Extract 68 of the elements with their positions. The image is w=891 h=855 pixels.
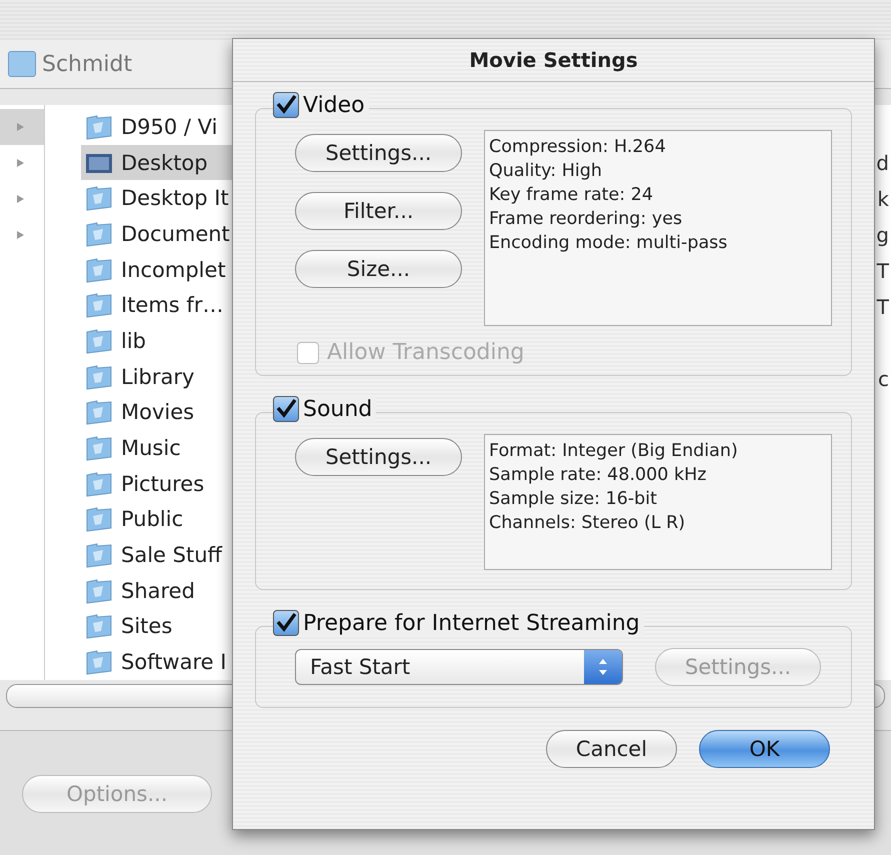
folder-icon <box>85 256 113 283</box>
settings-button[interactable]: Settings... <box>295 438 462 476</box>
checkbox-label: Prepare for Internet Streaming <box>303 610 640 636</box>
info-text: Sample rate: 48.000 kHz <box>489 464 708 487</box>
ok-button[interactable]: OK <box>699 730 830 768</box>
popup-menu[interactable]: Fast Start <box>295 649 623 685</box>
checkbox[interactable] <box>273 396 299 422</box>
folder-item[interactable]: Music <box>81 430 267 466</box>
cancel-button[interactable]: Cancel <box>546 730 677 768</box>
folder-icon <box>85 613 113 640</box>
info-text: Encoding mode: multi-pass <box>489 232 728 255</box>
filter-button[interactable]: Filter... <box>295 192 462 230</box>
folder-item[interactable]: Incomplet <box>81 252 267 288</box>
home-folder-icon <box>8 51 36 77</box>
folder-icon <box>85 435 113 462</box>
folder-icon <box>85 185 113 212</box>
folder-icon <box>85 114 113 140</box>
info-text: Frame reordering: yes <box>489 208 684 231</box>
info-text: Quality: High <box>489 160 603 183</box>
folder-icon <box>85 328 113 354</box>
folder-item[interactable]: D950 / Vi <box>81 109 267 145</box>
folder-item[interactable]: Software I <box>81 644 267 680</box>
size-button[interactable]: Size... <box>295 250 462 288</box>
info-text: Channels: Stereo (L R) <box>489 512 686 535</box>
folder-icon <box>85 578 113 604</box>
settings-button[interactable]: Settings... <box>295 134 462 172</box>
file-name[interactable]: d <box>876 145 891 181</box>
disclosure-triangle-icon <box>16 230 25 240</box>
folder-item[interactable]: Public <box>81 502 267 538</box>
file-name[interactable]: c <box>878 361 891 397</box>
path-label: Schmidt <box>42 52 132 76</box>
file-name[interactable]: k <box>877 181 891 217</box>
popup-arrows-icon <box>584 650 622 684</box>
folder-icon <box>85 364 113 390</box>
info-text: Key frame rate: 24 <box>489 184 654 207</box>
folder-item[interactable]: Sale Stuff <box>81 537 267 573</box>
folder-icon <box>85 506 113 532</box>
browser-row[interactable] <box>0 109 44 145</box>
info-text: Sample size: 16-bit <box>489 488 658 511</box>
disclosure-triangle-icon <box>16 122 25 132</box>
folder-item[interactable]: Items fr… <box>81 287 267 324</box>
checkbox[interactable] <box>273 92 299 118</box>
folder-item[interactable]: Desktop It <box>81 180 267 216</box>
folder-item[interactable]: Sites <box>81 608 267 644</box>
folder-icon <box>85 292 113 318</box>
info-text: Compression: H.264 <box>489 136 667 159</box>
disclosure-triangle-icon <box>16 194 25 204</box>
disclosure-triangle-icon <box>16 158 25 168</box>
checkbox[interactable] <box>273 610 299 636</box>
folder-item[interactable]: Shared <box>81 572 267 609</box>
dialog-title: Movie Settings <box>233 39 874 82</box>
folder-icon <box>85 542 113 568</box>
folder-icon <box>85 470 113 497</box>
folder-item[interactable]: Library <box>81 358 267 394</box>
file-name[interactable]: g <box>876 217 891 253</box>
checkbox-label: Video <box>303 92 365 118</box>
info-text: Format: Integer (Big Endian) <box>489 440 739 463</box>
folder-item[interactable]: Movies <box>81 394 267 430</box>
folder-icon <box>85 399 113 426</box>
folder-icon <box>85 220 113 247</box>
folder-icon <box>85 649 113 676</box>
file-name[interactable]: T <box>876 253 891 289</box>
checkbox-label: Sound <box>303 396 372 422</box>
folder-item[interactable]: Pictures <box>81 466 267 502</box>
folder-item[interactable]: Document <box>81 216 267 252</box>
file-name[interactable]: T <box>876 289 891 325</box>
folder-item[interactable]: lib <box>81 323 267 359</box>
checkbox-label: Allow Transcoding <box>327 340 524 365</box>
